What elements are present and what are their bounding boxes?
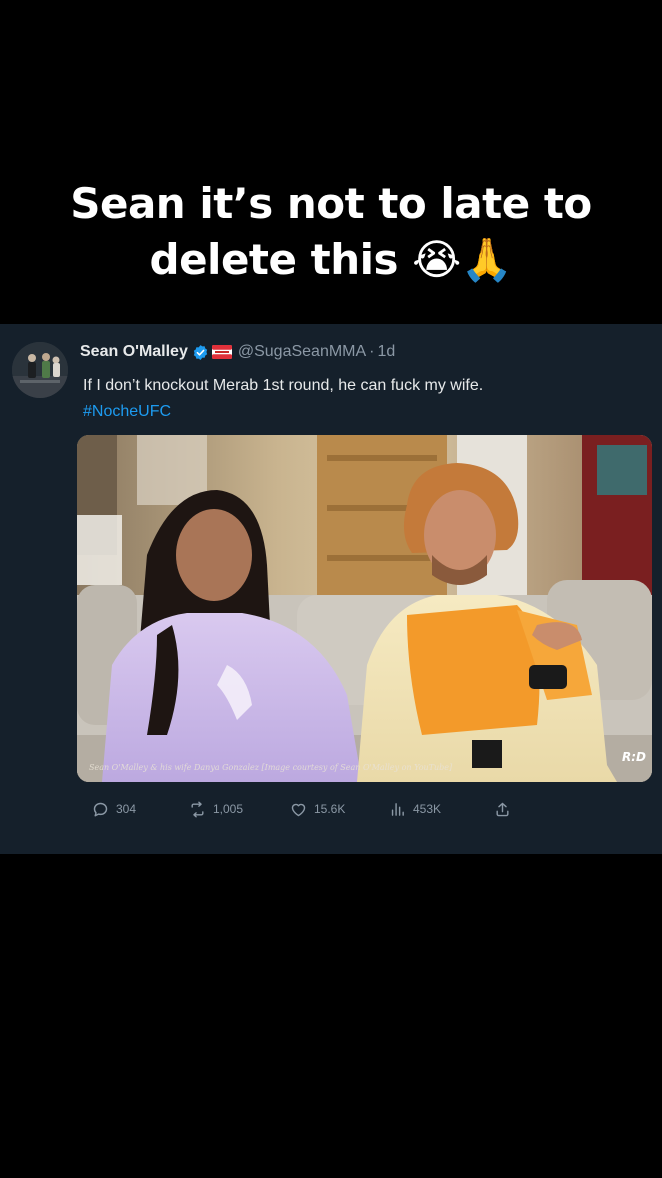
media-photo [77,435,652,782]
caption-line-1: Sean it’s not to late to [70,179,592,228]
media-watermark-logo: R:D [622,750,646,764]
separator-dot: · [369,343,375,360]
tweet-text: If I don’t knockout Merab 1st round, he … [83,377,484,394]
hashtag-link[interactable]: #NocheUFC [83,400,171,424]
retweet-count: 1,005 [213,802,244,816]
reply-count: 304 [116,802,137,816]
verified-badge-icon [193,344,208,360]
views-icon [391,802,404,816]
caption-line-2: delete this 😭🙏 [149,235,513,284]
author-name[interactable]: Sean O'Malley [80,343,188,361]
tweet-media-image[interactable]: Sean O'Malley & his wife Danya Gonzalez … [77,435,652,782]
retweet-button[interactable]: 1,005 [189,798,243,820]
reply-button[interactable]: 304 [92,798,136,820]
tweet-actions: 304 1,005 15.6K 453K [92,798,532,820]
share-icon [496,802,509,816]
retweet-icon [191,801,204,817]
tweet-timestamp[interactable]: 1d [378,343,396,361]
video-caption: Sean it’s not to late to delete this 😭🙏 [0,176,662,288]
flag-icon [211,345,232,359]
like-count: 15.6K [314,802,346,816]
author-handle[interactable]: @SugaSeanMMA [238,343,366,361]
views-button[interactable]: 453K [389,798,441,820]
reply-icon [93,802,108,816]
views-count: 453K [413,802,442,816]
avatar-image [12,342,68,398]
media-credit-caption: Sean O'Malley & his wife Danya Gonzalez … [89,763,453,772]
avatar[interactable] [12,342,68,398]
tiktok-frame: Sean it’s not to late to delete this 😭🙏 … [0,0,662,1178]
tweet-card[interactable]: Sean O'Malley @SugaSeanMMA · 1d If I don… [0,324,662,854]
tweet-header: Sean O'Malley @SugaSeanMMA · 1d [80,340,395,364]
share-button[interactable] [494,798,518,820]
heart-icon [291,803,306,816]
like-button[interactable]: 15.6K [290,798,345,820]
